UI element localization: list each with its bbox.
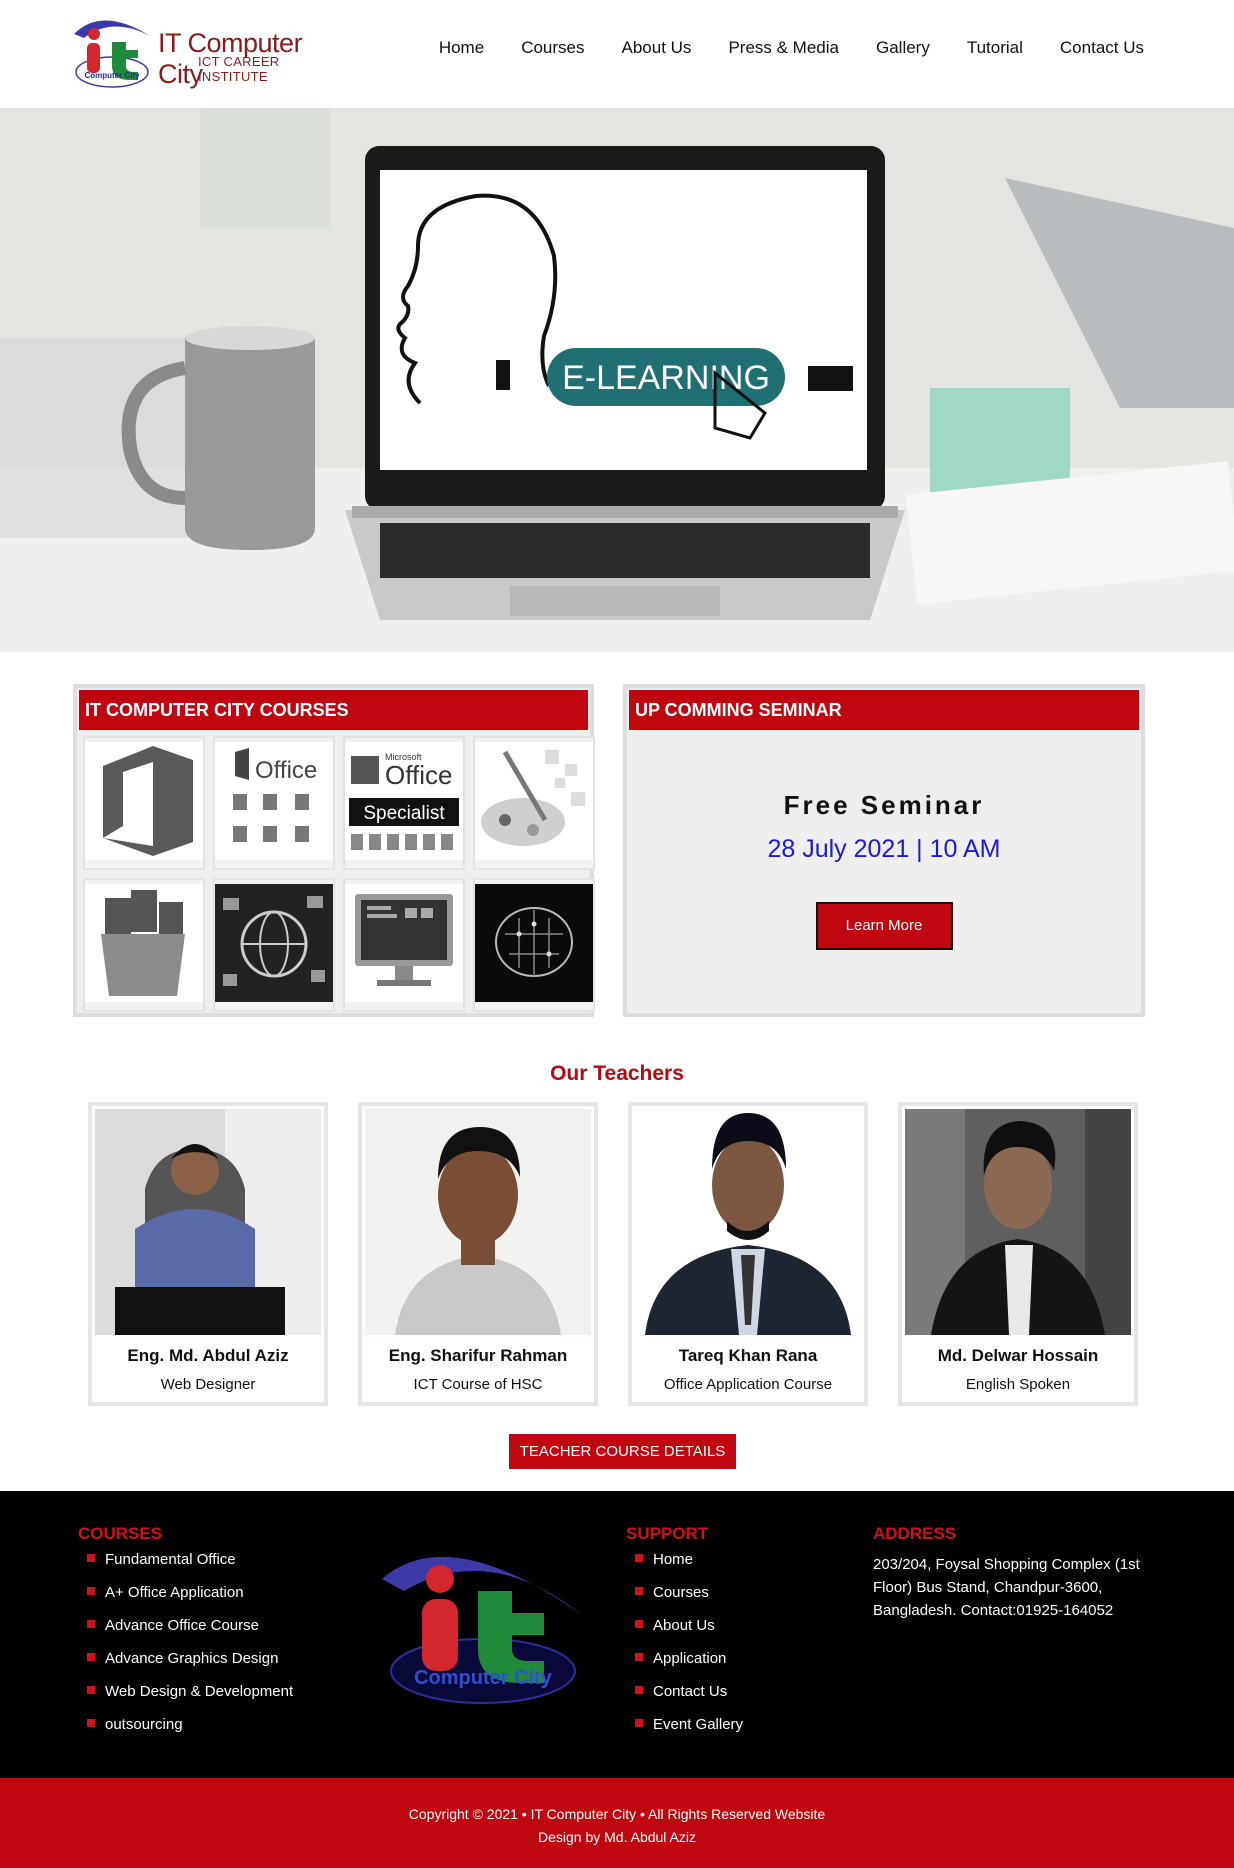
nav-gallery[interactable]: Gallery <box>876 38 930 58</box>
courses-heading: IT COMPUTER CITY COURSES <box>79 690 588 730</box>
teacher-role: ICT Course of HSC <box>413 1376 543 1393</box>
site-logo[interactable]: Computer City IT Computer City ICT CAREE… <box>72 4 352 90</box>
footer-support-link[interactable]: Home <box>626 1549 743 1582</box>
course-tile[interactable] <box>213 878 335 1012</box>
footer-course-link[interactable]: Fundamental Office <box>78 1549 293 1582</box>
copyright-bar: Copyright © 2021 • IT Computer City • Al… <box>0 1778 1234 1868</box>
footer-course-link[interactable]: Web Design & Development <box>78 1681 293 1714</box>
teacher-course-details-button[interactable]: TEACHER COURSE DETAILS <box>509 1434 736 1469</box>
footer-support-link[interactable]: Application <box>626 1648 743 1681</box>
footer-address: 203/204, Foysal Shopping Complex (1st Fl… <box>873 1556 1140 1619</box>
footer-course-link[interactable]: Advance Office Course <box>78 1615 293 1648</box>
it-logo-icon: Computer City <box>74 20 150 88</box>
office-apps-icon: Office <box>215 742 333 860</box>
main-nav: Home Courses About Us Press & Media Gall… <box>402 38 1144 58</box>
nav-contact-us[interactable]: Contact Us <box>1060 38 1144 58</box>
teacher-name: Md. Delwar Hossain <box>937 1346 1099 1365</box>
site-footer: COURSES Fundamental Office A+ Office App… <box>0 1491 1234 1778</box>
footer-courses-heading: COURSES <box>78 1524 163 1543</box>
office-logo-icon <box>85 742 203 860</box>
teachers-heading: Our Teachers <box>550 1062 684 1085</box>
teacher-name: Tareq Khan Rana <box>678 1346 818 1365</box>
learn-more-button[interactable]: Learn More <box>815 902 953 950</box>
footer-support-link[interactable]: About Us <box>626 1615 743 1648</box>
footer-support-list: Home Courses About Us Application Contac… <box>626 1549 743 1747</box>
footer-logo-icon: Computer City <box>382 1556 582 1704</box>
seminar-panel: UP COMMING SEMINAR Free Seminar 28 July … <box>623 684 1145 1017</box>
footer-address-heading: ADDRESS <box>873 1524 957 1543</box>
teacher-role: English Spoken <box>965 1376 1071 1393</box>
course-tile[interactable] <box>343 878 465 1012</box>
designer-credit: Design by Md. Abdul Aziz <box>538 1829 696 1845</box>
footer-support-link[interactable]: Contact Us <box>626 1681 743 1714</box>
footer-logo-text: Computer City <box>414 1667 553 1689</box>
footer-course-link[interactable]: Advance Graphics Design <box>78 1648 293 1681</box>
nav-tutorial[interactable]: Tutorial <box>967 38 1023 58</box>
course-tile[interactable]: Office <box>213 736 335 870</box>
computer-monitor-icon <box>345 884 463 1002</box>
office-text-2: Office <box>385 760 452 790</box>
teacher-card[interactable]: Tareq Khan Rana Office Application Cours… <box>628 1102 868 1406</box>
office-specialist-icon: Microsoft Office Specialist <box>345 742 463 860</box>
footer-support-heading: SUPPORT <box>626 1524 709 1543</box>
seminar-heading: UP COMMING SEMINAR <box>629 690 1139 730</box>
course-tile[interactable] <box>473 878 595 1012</box>
course-tile[interactable] <box>83 878 205 1012</box>
hero-image: E-LEARNING <box>0 108 1234 652</box>
nav-home[interactable]: Home <box>439 38 484 58</box>
footer-courses-list: Fundamental Office A+ Office Application… <box>78 1549 293 1747</box>
course-tile[interactable]: Microsoft Office Specialist <box>343 736 465 870</box>
footer-support-link[interactable]: Event Gallery <box>626 1714 743 1747</box>
footer-course-link[interactable]: A+ Office Application <box>78 1582 293 1615</box>
courses-panel: IT COMPUTER CITY COURSES Office Microsof… <box>73 684 595 1017</box>
logo-tagline: ICT CAREER INSTITUTE <box>198 54 280 84</box>
globe-web-icon <box>215 884 333 1002</box>
course-tile[interactable] <box>83 736 205 870</box>
teacher-photo <box>365 1109 591 1335</box>
graphics-palette-icon <box>475 742 593 860</box>
footer-course-link[interactable]: outsourcing <box>78 1714 293 1747</box>
footer-support-link[interactable]: Courses <box>626 1582 743 1615</box>
specialist-text: Specialist <box>363 803 445 824</box>
copyright-text: Copyright © 2021 • IT Computer City • Al… <box>408 1806 826 1822</box>
office-text: Office <box>255 757 317 784</box>
teacher-photo <box>905 1109 1131 1335</box>
courses-grid: Office Microsoft Office Specialist <box>77 730 595 1012</box>
nav-about-us[interactable]: About Us <box>622 38 692 58</box>
hero-banner: E-LEARNING <box>0 108 1234 652</box>
nav-press-media[interactable]: Press & Media <box>728 38 839 58</box>
circuit-brain-icon <box>475 884 593 1002</box>
teacher-card[interactable]: Md. Delwar Hossain English Spoken <box>898 1102 1138 1406</box>
teacher-photo <box>635 1109 861 1335</box>
teacher-card[interactable]: Eng. Md. Abdul Aziz Web Designer <box>88 1102 328 1406</box>
teacher-card[interactable]: Eng. Sharifur Rahman ICT Course of HSC <box>358 1102 598 1406</box>
teacher-name: Eng. Md. Abdul Aziz <box>127 1346 289 1365</box>
seminar-date: 28 July 2021 | 10 AM <box>767 835 1001 863</box>
teacher-role: Web Designer <box>160 1376 256 1393</box>
teacher-name: Eng. Sharifur Rahman <box>388 1346 568 1365</box>
teacher-role: Office Application Course <box>663 1376 833 1393</box>
nav-courses[interactable]: Courses <box>521 38 584 58</box>
seminar-body: Free Seminar 28 July 2021 | 10 AM Learn … <box>627 730 1141 950</box>
seminar-title: Free Seminar <box>783 790 985 820</box>
site-header: Computer City IT Computer City ICT CAREE… <box>0 0 1234 108</box>
course-tile[interactable] <box>473 736 595 870</box>
software-box-icon <box>85 884 203 1002</box>
svg-text:Computer City: Computer City <box>84 71 140 80</box>
teacher-photo <box>95 1109 321 1335</box>
